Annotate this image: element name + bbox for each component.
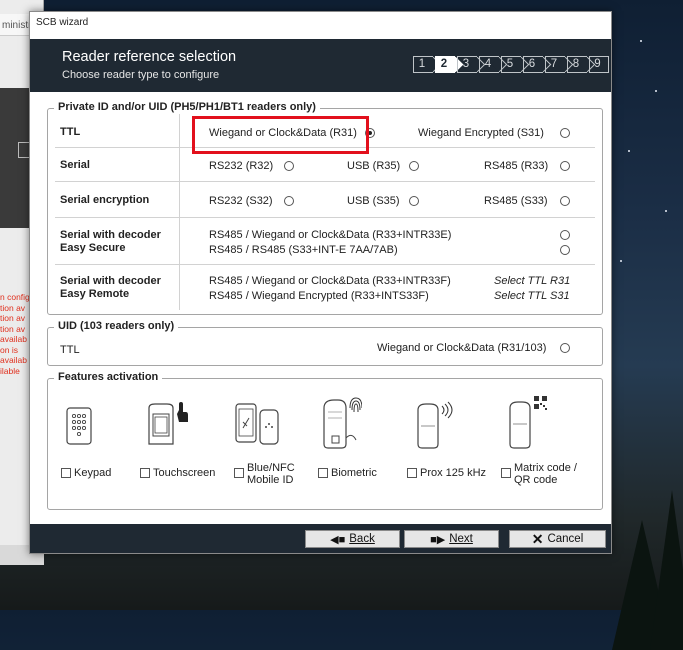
serial-r32-label: RS232 (R32) (209, 160, 274, 172)
keypad-icon (66, 407, 92, 445)
phone-nfc-icon (235, 403, 279, 445)
step-3: 3 (457, 56, 477, 73)
prox-icon (417, 401, 453, 449)
close-icon: ✕ (531, 530, 544, 547)
serial-s35-radio[interactable] (409, 196, 419, 206)
serial-r33-radio[interactable] (560, 161, 570, 171)
decoder-remote-intr33f-label: RS485 / Wiegand or Clock&Data (R33+INTR3… (209, 275, 451, 287)
step-9: 9 (589, 56, 609, 73)
prox-checkbox[interactable] (407, 468, 417, 478)
biometric-label: Biometric (331, 467, 377, 479)
step-8: 8 (567, 56, 587, 73)
step-4: 4 (479, 56, 499, 73)
blue-nfc-checkbox[interactable] (234, 468, 244, 478)
private-id-legend: Private ID and/or UID (PH5/PH1/BT1 reade… (54, 101, 320, 113)
row-separator (55, 217, 595, 218)
decoder-secure-intr33e-radio[interactable] (560, 230, 570, 240)
row-separator (55, 181, 595, 182)
matrix-code-label: Matrix code / QR code (514, 462, 577, 486)
uid-r31-103-radio[interactable] (560, 343, 570, 353)
ttl-label: TTL (60, 126, 81, 138)
decoder-secure-intr33e-label: RS485 / Wiegand or Clock&Data (R33+INTR3… (209, 229, 452, 241)
decoder-remote-note-s31: Select TTL S31 (494, 290, 570, 302)
fingerprint-icon (323, 397, 362, 449)
uid-legend: UID (103 readers only) (54, 320, 179, 332)
features-group: Features activation Keypad Touchscreen B… (47, 371, 603, 510)
matrix-code-checkbox[interactable] (501, 468, 511, 478)
serial-r33-label: RS485 (R33) (484, 160, 549, 172)
step-5: 5 (501, 56, 521, 73)
serial-r35-radio[interactable] (409, 161, 419, 171)
next-button[interactable]: ■▶ Next (404, 530, 499, 548)
back-button[interactable]: ◀■ Back (305, 530, 400, 548)
ttl-s31-label: Wiegand Encrypted (S31) (418, 127, 544, 139)
touchscreen-checkbox[interactable] (140, 468, 150, 478)
step-1: 1 (413, 56, 433, 73)
column-separator (179, 114, 180, 310)
serial-r35-label: USB (R35) (347, 160, 401, 172)
decoder-remote-ints33f-label: RS485 / Wiegand Encrypted (R33+INTS33F) (209, 290, 429, 302)
decoder-secure-inte-label: RS485 / RS485 (S33+INT-E 7AA/7AB) (209, 244, 398, 256)
window-title: SCB wizard (30, 12, 611, 33)
touchscreen-label: Touchscreen (153, 467, 216, 479)
step-7: 7 (545, 56, 565, 73)
features-legend: Features activation (54, 371, 163, 383)
uid-r31-103-label: Wiegand or Clock&Data (R31/103) (377, 342, 547, 354)
header-title: Reader reference selection (62, 49, 237, 65)
serial-r32-radio[interactable] (284, 161, 294, 171)
next-button-label: Next (449, 533, 473, 545)
decoder-remote-label: Serial with decoder Easy Remote (60, 275, 161, 300)
cancel-button-label: Cancel (547, 533, 584, 545)
serial-s35-label: USB (S35) (347, 195, 400, 207)
arrow-left-icon: ◀■ (330, 533, 346, 546)
cancel-button[interactable]: ✕ Cancel (509, 530, 606, 548)
wizard-footer: ◀■ Back ■▶ Next ✕ Cancel (30, 524, 611, 553)
uid-ttl-label: TTL (60, 344, 80, 356)
keypad-label: Keypad (74, 467, 112, 479)
ttl-s31-radio[interactable] (560, 128, 570, 138)
biometric-checkbox[interactable] (318, 468, 328, 478)
arrow-right-icon: ■▶ (430, 533, 446, 546)
serial-encryption-label: Serial encryption (60, 194, 150, 206)
serial-s32-label: RS232 (S32) (209, 195, 273, 207)
keypad-checkbox[interactable] (61, 468, 71, 478)
serial-s32-radio[interactable] (284, 196, 294, 206)
decoder-secure-label: Serial with decoder Easy Secure (60, 229, 161, 254)
back-button-label: Back (349, 533, 375, 545)
scb-wizard-window: SCB wizard Reader reference selection Ch… (29, 11, 612, 554)
step-6: 6 (523, 56, 543, 73)
header-subtitle: Choose reader type to configure (62, 69, 220, 81)
serial-s33-radio[interactable] (560, 196, 570, 206)
touchscreen-icon (148, 402, 188, 445)
selection-highlight (192, 116, 369, 154)
decoder-secure-inte-radio[interactable] (560, 245, 570, 255)
row-separator (55, 264, 595, 265)
blue-nfc-label: Blue/NFC Mobile ID (247, 462, 295, 486)
serial-label: Serial (60, 159, 90, 171)
decoder-remote-note-r31: Select TTL R31 (494, 275, 571, 287)
step-2: 2 (435, 56, 455, 73)
qr-code-icon (509, 396, 547, 449)
step-indicator: 1 2 3 4 5 6 7 8 9 (413, 56, 611, 73)
uid-group: UID (103 readers only) TTL Wiegand or Cl… (47, 320, 603, 366)
prox-label: Prox 125 kHz (420, 467, 487, 479)
serial-s33-label: RS485 (S33) (484, 195, 548, 207)
wizard-header: Reader reference selection Choose reader… (30, 39, 611, 92)
